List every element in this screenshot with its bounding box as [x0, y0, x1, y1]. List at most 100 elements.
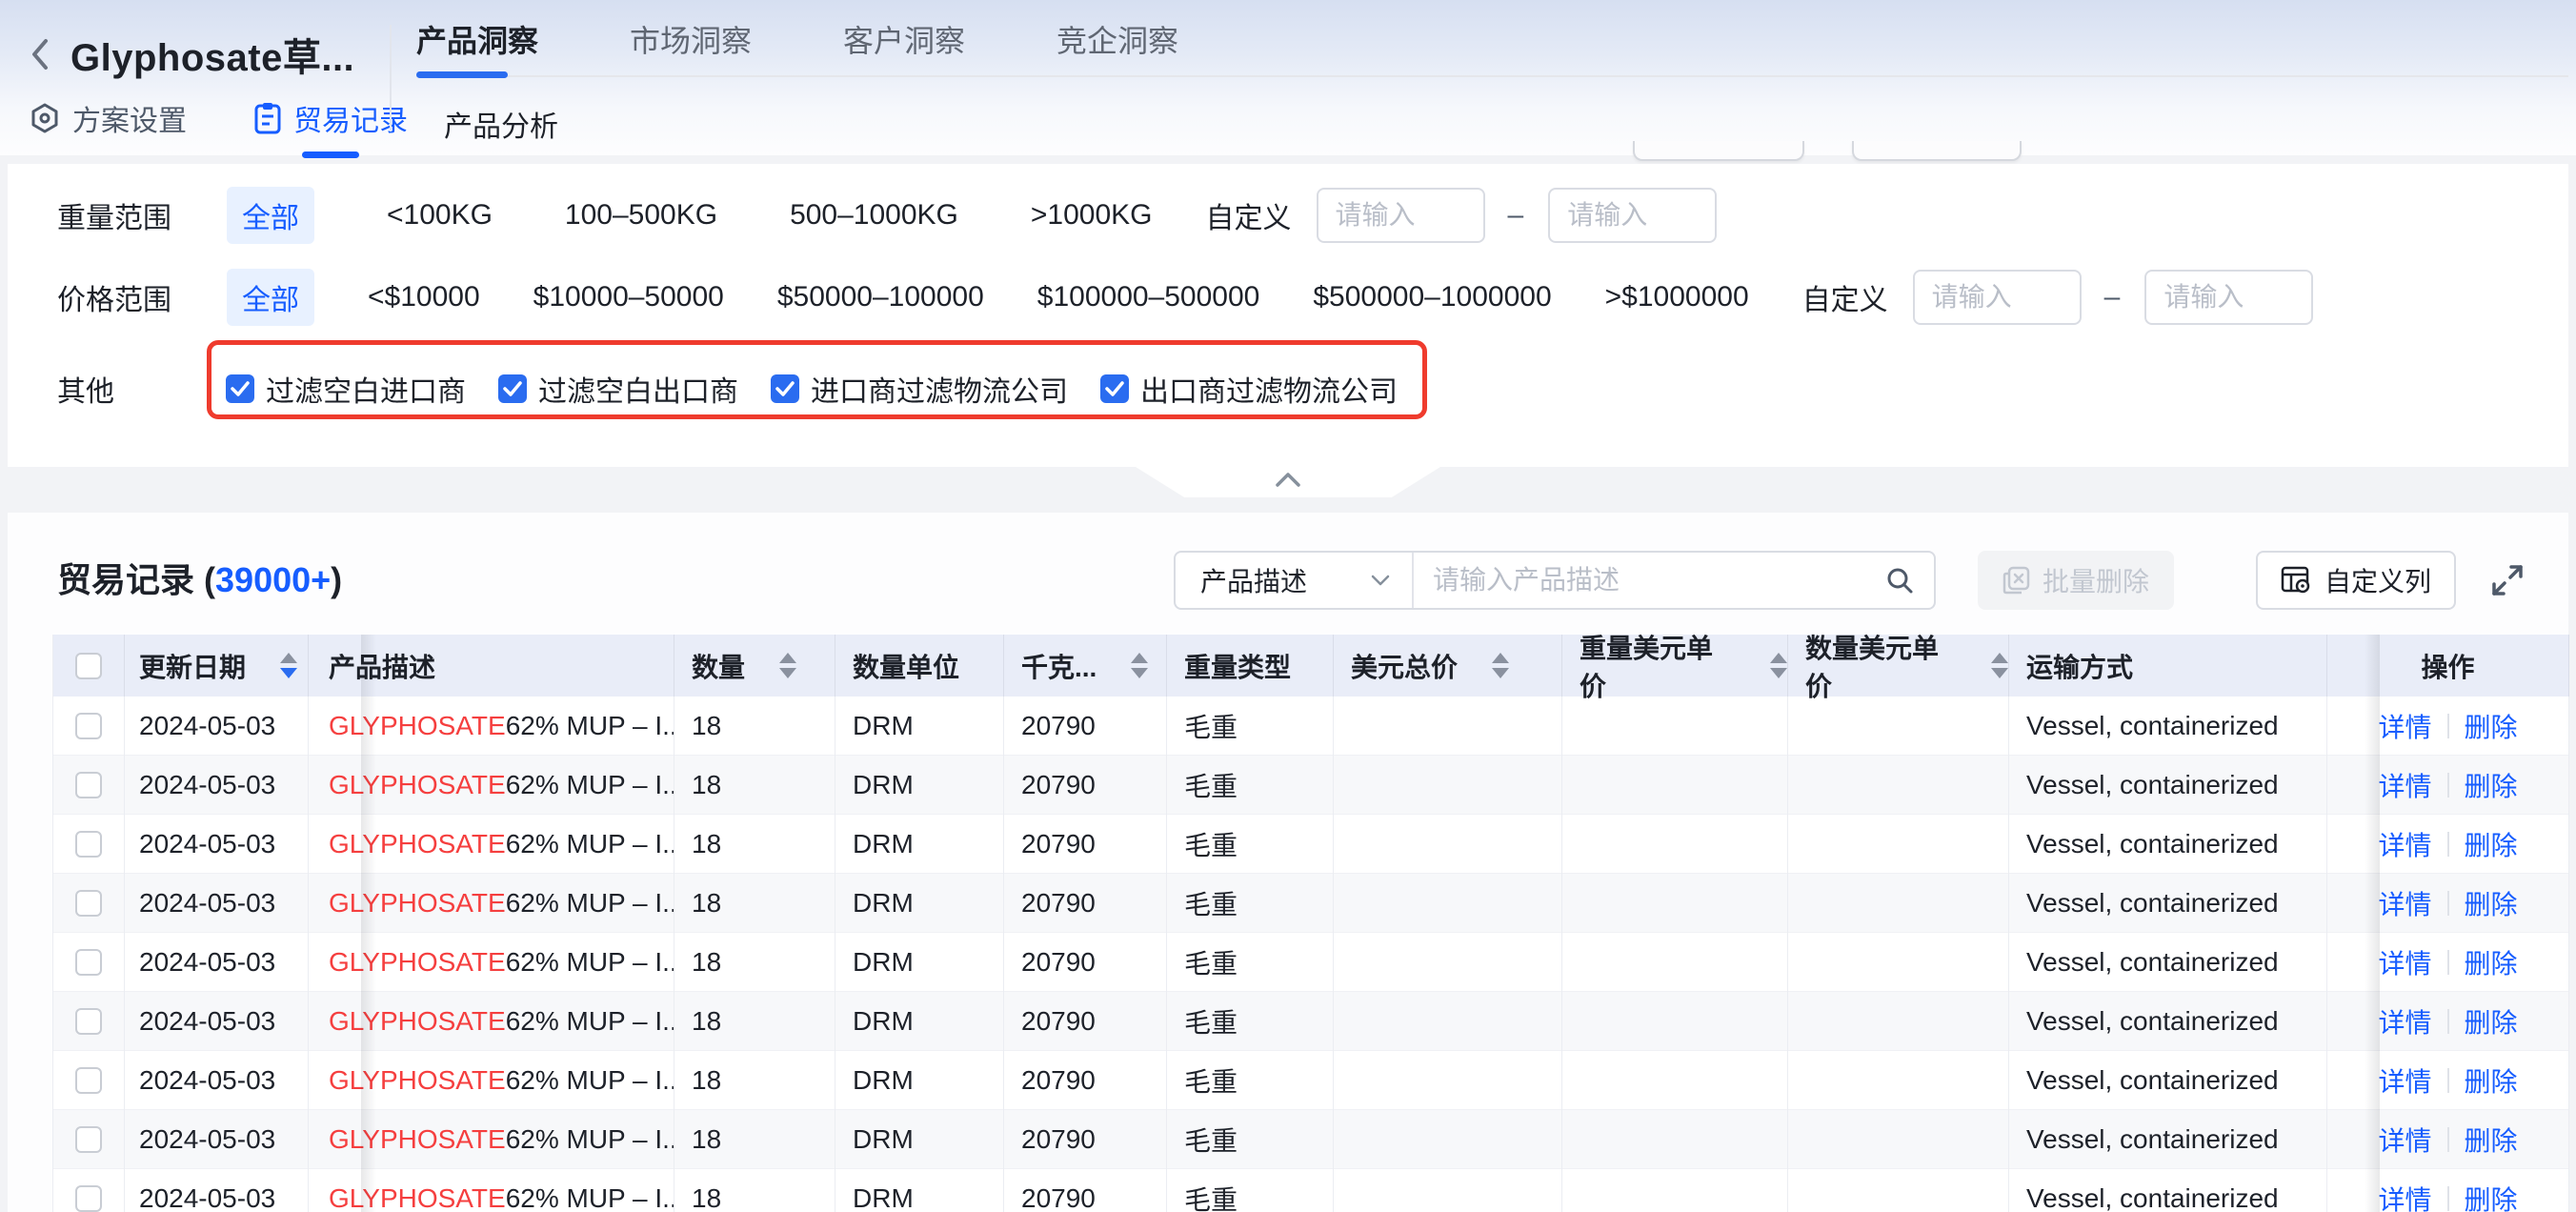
- row-select-cell: [53, 933, 125, 992]
- weight-max-input[interactable]: [1548, 188, 1717, 243]
- price-range-label: 价格范围: [57, 276, 200, 318]
- weight-option[interactable]: 500–1000KG: [790, 199, 958, 232]
- cell-product-desc: GLYPHOSATE 62% MUP – I...: [309, 874, 674, 933]
- keyword-highlight: GLYPHOSATE: [329, 829, 506, 859]
- row-checkbox[interactable]: [75, 831, 102, 858]
- row-checkbox[interactable]: [75, 1126, 102, 1153]
- checkbox-importer-filter-logistics[interactable]: 进口商过滤物流公司: [771, 368, 1068, 410]
- table-row: 2024-05-03 GLYPHOSATE 62% MUP – I... 18 …: [53, 697, 2568, 756]
- cell-actions: 详情 删除: [2327, 992, 2569, 1051]
- price-option[interactable]: <$10000: [368, 281, 480, 313]
- row-checkbox[interactable]: [75, 1067, 102, 1094]
- cell-kg: 20790: [1004, 933, 1167, 992]
- sort-icon: [1770, 653, 1787, 678]
- row-checkbox[interactable]: [75, 713, 102, 739]
- delete-link[interactable]: 删除: [2465, 766, 2518, 804]
- detail-link[interactable]: 详情: [2378, 884, 2431, 922]
- cell-transport: Vessel, containerized: [2009, 1169, 2327, 1212]
- weight-option[interactable]: 100–500KG: [565, 199, 717, 232]
- detail-link[interactable]: 详情: [2378, 1121, 2431, 1159]
- cell-weight-type: 毛重: [1167, 1051, 1334, 1110]
- cell-update-date: 2024-05-03: [125, 874, 309, 933]
- subnav-item-trade-records[interactable]: 贸易记录: [253, 97, 408, 139]
- price-option[interactable]: >$1000000: [1605, 281, 1749, 313]
- collapse-filters-handle[interactable]: [1136, 467, 1440, 497]
- fullscreen-icon[interactable]: [2490, 563, 2525, 597]
- col-kg[interactable]: 千克...: [1004, 635, 1167, 697]
- delete-link[interactable]: 删除: [2465, 1180, 2518, 1212]
- col-usd-per-weight[interactable]: 重量美元单价: [1562, 635, 1788, 697]
- row-checkbox[interactable]: [75, 890, 102, 917]
- tab-product-analysis[interactable]: 产品分析: [444, 103, 558, 145]
- other-filters-row: 其他 过滤空白进口商 过滤空白出口商 进口商过滤物流公司 出口商过滤物流公司: [57, 349, 1398, 429]
- weight-option-all[interactable]: 全部: [227, 187, 314, 244]
- keyword-highlight: GLYPHOSATE: [329, 1183, 506, 1212]
- table-header-row: 更新日期 产品描述 数量 数量单位 千克... 重量类型 美元总价 重量美元单价…: [53, 635, 2568, 697]
- row-checkbox[interactable]: [75, 772, 102, 798]
- col-update-date[interactable]: 更新日期: [125, 635, 309, 697]
- search-icon[interactable]: [1884, 553, 1934, 608]
- custom-columns-button[interactable]: 自定义列: [2256, 551, 2456, 610]
- detail-link[interactable]: 详情: [2378, 707, 2431, 745]
- detail-link[interactable]: 详情: [2378, 825, 2431, 863]
- cell-update-date: 2024-05-03: [125, 756, 309, 815]
- cell-transport: Vessel, containerized: [2009, 756, 2327, 815]
- col-usd-total[interactable]: 美元总价: [1334, 635, 1562, 697]
- checkbox-exporter-filter-logistics[interactable]: 出口商过滤物流公司: [1100, 368, 1398, 410]
- header-divider: [390, 25, 392, 131]
- cell-weight-type: 毛重: [1167, 874, 1334, 933]
- price-option[interactable]: $100000–500000: [1037, 281, 1260, 313]
- price-option[interactable]: $10000–50000: [533, 281, 724, 313]
- detail-link[interactable]: 详情: [2378, 943, 2431, 981]
- detail-link[interactable]: 详情: [2378, 1002, 2431, 1040]
- action-separator: [2447, 1009, 2449, 1034]
- app-header: Glyphosate草... 方案设置 贸易记录 产品洞察 市场洞察 客户洞察: [0, 0, 2576, 155]
- app-screen: Glyphosate草... 方案设置 贸易记录 产品洞察 市场洞察 客户洞察: [0, 0, 2576, 1212]
- cell-product-desc: GLYPHOSATE 62% MUP – I...: [309, 1051, 674, 1110]
- cell-usd-per-qty: [1788, 1051, 2009, 1110]
- search-input[interactable]: [1414, 553, 1884, 608]
- records-title: 贸易记录 (39000+): [57, 553, 342, 602]
- cell-quantity-unit: DRM: [835, 1169, 1004, 1212]
- delete-link[interactable]: 删除: [2465, 1121, 2518, 1159]
- price-option-all[interactable]: 全部: [227, 269, 314, 326]
- col-quantity[interactable]: 数量: [674, 635, 835, 697]
- price-option[interactable]: $500000–1000000: [1313, 281, 1551, 313]
- delete-link[interactable]: 删除: [2465, 884, 2518, 922]
- detail-link[interactable]: 详情: [2378, 1061, 2431, 1100]
- weight-min-input[interactable]: [1317, 188, 1485, 243]
- col-usd-per-qty[interactable]: 数量美元单价: [1788, 635, 2009, 697]
- tab-customer-insight[interactable]: 客户洞察: [843, 17, 965, 61]
- back-icon[interactable]: [29, 33, 57, 75]
- row-checkbox[interactable]: [75, 1008, 102, 1035]
- tab-competitor-insight[interactable]: 竞企洞察: [1057, 17, 1178, 61]
- cell-product-desc: GLYPHOSATE 62% MUP – I...: [309, 992, 674, 1051]
- delete-link[interactable]: 删除: [2465, 707, 2518, 745]
- keyword-highlight: GLYPHOSATE: [329, 1124, 506, 1155]
- row-checkbox[interactable]: [75, 1185, 102, 1212]
- row-checkbox[interactable]: [75, 949, 102, 976]
- tab-market-insight[interactable]: 市场洞察: [630, 17, 752, 61]
- cell-update-date: 2024-05-03: [125, 815, 309, 874]
- checkbox-filter-blank-exporter[interactable]: 过滤空白出口商: [498, 368, 738, 410]
- detail-link[interactable]: 详情: [2378, 766, 2431, 804]
- price-min-input[interactable]: [1913, 270, 2082, 325]
- checkbox-filter-blank-importer[interactable]: 过滤空白进口商: [226, 368, 466, 410]
- delete-link[interactable]: 删除: [2465, 943, 2518, 981]
- delete-link[interactable]: 删除: [2465, 825, 2518, 863]
- detail-link[interactable]: 详情: [2378, 1180, 2431, 1212]
- tab-product-insight[interactable]: 产品洞察: [416, 17, 538, 61]
- price-option[interactable]: $50000–100000: [777, 281, 984, 313]
- delete-link[interactable]: 删除: [2465, 1061, 2518, 1100]
- batch-delete-button[interactable]: 批量删除: [1978, 551, 2174, 610]
- weight-option[interactable]: <100KG: [387, 199, 493, 232]
- weight-range-label: 重量范围: [57, 194, 200, 236]
- select-all-checkbox[interactable]: [75, 653, 102, 679]
- search-category-select[interactable]: 产品描述: [1176, 553, 1414, 608]
- checkbox-checked-icon: [1100, 374, 1129, 403]
- weight-option[interactable]: >1000KG: [1031, 199, 1153, 232]
- price-max-input[interactable]: [2144, 270, 2313, 325]
- subnav-item-plan-settings[interactable]: 方案设置: [29, 97, 187, 139]
- delete-link[interactable]: 删除: [2465, 1002, 2518, 1040]
- col-quantity-unit: 数量单位: [835, 635, 1004, 697]
